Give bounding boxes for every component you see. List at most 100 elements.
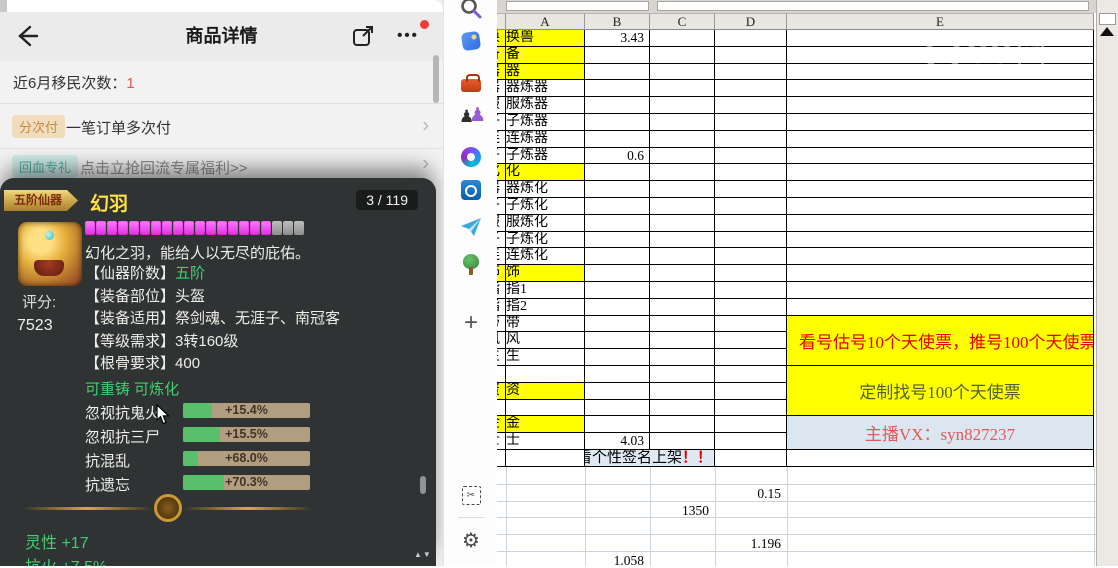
cell-c[interactable] xyxy=(650,63,715,81)
cell-b[interactable] xyxy=(585,281,650,299)
clipped-cell-sliver[interactable]: 资 xyxy=(497,382,506,400)
cell-d[interactable] xyxy=(715,281,787,299)
cell-a[interactable]: 子炼器 xyxy=(506,147,585,165)
cell-b[interactable]: 4.03 xyxy=(585,433,650,450)
cell-d[interactable] xyxy=(715,399,787,417)
cell-c[interactable] xyxy=(650,332,715,350)
column-header-E[interactable]: E xyxy=(787,13,1094,30)
toolbox-icon[interactable] xyxy=(459,70,483,94)
cell-d[interactable] xyxy=(715,63,787,81)
cell-a[interactable]: 子炼化 xyxy=(506,231,585,249)
settings-gear-icon[interactable]: ⚙ xyxy=(459,528,483,552)
cell-c[interactable] xyxy=(650,433,715,450)
clipped-cell-sliver[interactable]: 金 xyxy=(497,416,506,434)
cell-c[interactable] xyxy=(650,130,715,148)
scrollbar-split-box[interactable] xyxy=(1099,13,1116,25)
cell-b[interactable] xyxy=(585,298,650,316)
clipped-cell-sliver[interactable]: 子 xyxy=(497,113,506,131)
cell-c[interactable] xyxy=(650,113,715,131)
cell-e[interactable] xyxy=(787,63,1094,81)
cell-b[interactable] xyxy=(585,80,650,98)
cell-b[interactable]: 3.43 xyxy=(585,30,650,47)
cell-e[interactable] xyxy=(787,281,1094,299)
cell-d[interactable] xyxy=(715,265,787,282)
cell-b[interactable] xyxy=(585,130,650,148)
column-header-A[interactable]: A xyxy=(506,13,585,30)
search-icon[interactable] xyxy=(459,0,483,20)
overflow-value[interactable]: 1350 xyxy=(650,503,709,518)
cell-b[interactable] xyxy=(585,315,650,333)
cell-a[interactable]: 化 xyxy=(506,164,585,182)
cell-d[interactable] xyxy=(715,315,787,333)
cell-d[interactable] xyxy=(715,365,787,383)
clipped-cell-sliver[interactable]: 饰 xyxy=(497,265,506,282)
cell-c[interactable] xyxy=(650,315,715,333)
column-header-B[interactable]: B xyxy=(585,13,650,30)
loop-icon[interactable] xyxy=(459,145,483,169)
clipped-cell-sliver[interactable] xyxy=(497,365,506,383)
cell-c[interactable] xyxy=(650,214,715,232)
cell-a[interactable]: 连炼化 xyxy=(506,248,585,266)
cell-e[interactable] xyxy=(787,147,1094,165)
cell-b[interactable] xyxy=(585,382,650,400)
cell-d[interactable] xyxy=(715,231,787,249)
cell-a[interactable]: 子炼化 xyxy=(506,197,585,215)
cell-c[interactable] xyxy=(650,265,715,282)
cell-b[interactable] xyxy=(585,365,650,383)
cell-d[interactable] xyxy=(715,181,787,198)
tree-icon[interactable] xyxy=(459,253,483,277)
cell-b[interactable] xyxy=(585,181,650,198)
cell-e[interactable] xyxy=(787,265,1094,282)
signature-cell[interactable]: 看个性签名上架！！！ xyxy=(585,449,715,467)
screenshot-icon[interactable]: ✂ xyxy=(459,483,483,507)
cell-c[interactable] xyxy=(650,97,715,114)
cell-d[interactable] xyxy=(715,30,787,47)
cell-d[interactable] xyxy=(715,164,787,182)
cell-d[interactable] xyxy=(715,130,787,148)
card-scroll-arrows-icon[interactable]: ▲▼ xyxy=(414,550,432,559)
cell-a[interactable]: 器 xyxy=(506,63,585,81)
cell-e[interactable] xyxy=(787,164,1094,182)
cell-d[interactable] xyxy=(715,382,787,400)
clipped-cell-sliver[interactable]: 连 xyxy=(497,248,506,266)
cell-a[interactable]: 饰 xyxy=(506,265,585,282)
cell-c[interactable] xyxy=(650,416,715,434)
clipped-cell-sliver[interactable]: 器 xyxy=(497,80,506,98)
cell-e[interactable] xyxy=(787,197,1094,215)
clipped-cell-sliver[interactable]: 服 xyxy=(497,214,506,232)
cell-a[interactable]: 风 xyxy=(506,332,585,350)
clipped-cell-sliver[interactable]: 器 xyxy=(497,63,506,81)
cell-a[interactable]: 器炼化 xyxy=(506,181,585,198)
cell-c[interactable] xyxy=(650,80,715,98)
clipped-cell-sliver[interactable]: 带 xyxy=(497,315,506,333)
rebate-row[interactable]: 回血专礼 点击立抢回流专属福利>> › xyxy=(0,149,443,179)
cell-d[interactable] xyxy=(715,349,787,366)
cell-a[interactable]: 生 xyxy=(506,349,585,366)
card-scrollbar-thumb[interactable] xyxy=(420,476,426,494)
cell-b[interactable] xyxy=(585,97,650,114)
cell-d[interactable] xyxy=(715,332,787,350)
cell-a[interactable]: 备 xyxy=(506,46,585,64)
overflow-value[interactable]: 0.15 xyxy=(715,486,781,501)
cell-a[interactable] xyxy=(506,449,585,467)
cell-a[interactable] xyxy=(506,399,585,417)
cell-b[interactable] xyxy=(585,265,650,282)
cell-e[interactable] xyxy=(787,181,1094,198)
cell-d[interactable] xyxy=(715,113,787,131)
cell-a[interactable] xyxy=(506,365,585,383)
cell-e[interactable] xyxy=(787,80,1094,98)
cell-d[interactable] xyxy=(715,214,787,232)
cell-b[interactable] xyxy=(585,231,650,249)
cell-d[interactable] xyxy=(715,80,787,98)
cell-a[interactable]: 指2 xyxy=(506,298,585,316)
cell-d[interactable] xyxy=(715,97,787,114)
cell-c[interactable] xyxy=(650,30,715,47)
cell-b[interactable] xyxy=(585,63,650,81)
cell-e[interactable] xyxy=(787,113,1094,131)
cell-d[interactable] xyxy=(715,449,787,467)
plus-icon[interactable]: + xyxy=(459,309,483,336)
cell-c[interactable] xyxy=(650,399,715,417)
merged-cell-e[interactable] xyxy=(787,449,1094,467)
paper-plane-icon[interactable] xyxy=(459,215,483,239)
cell-c[interactable] xyxy=(650,298,715,316)
